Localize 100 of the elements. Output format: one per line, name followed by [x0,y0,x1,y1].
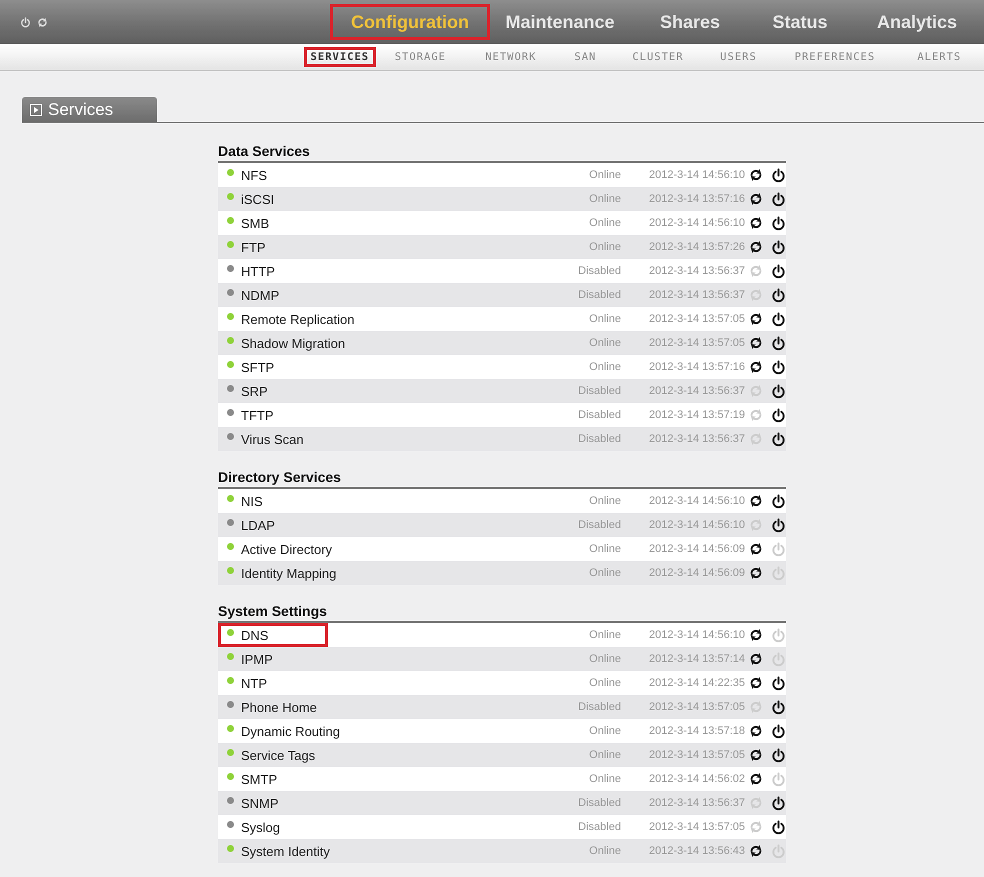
service-name: SFTP [241,360,274,374]
refresh-icon[interactable] [749,216,763,230]
panel-tab[interactable]: Services [22,97,157,122]
service-row[interactable]: SMB Online 2012-3-14 14:56:10 [218,211,786,235]
service-row[interactable]: Active Directory Online 2012-3-14 14:56:09 [218,537,786,561]
timestamp: 2012-3-14 13:57:05 [648,313,745,325]
power-icon[interactable] [771,408,786,422]
service-row[interactable]: DNS Online 2012-3-14 14:56:10 [218,623,786,647]
refresh-icon[interactable] [749,628,763,642]
service-row[interactable]: SMTP Online 2012-3-14 14:56:02 [218,767,786,791]
power-icon[interactable] [771,384,786,398]
timestamp: 2012-3-14 13:57:16 [648,193,745,205]
service-name: iSCSI [241,192,274,206]
timestamp: 2012-3-14 13:57:05 [648,821,745,833]
refresh-icon[interactable] [749,312,763,326]
refresh-icon[interactable] [749,566,763,580]
refresh-icon[interactable] [749,748,763,762]
service-row[interactable]: FTP Online 2012-3-14 13:57:26 [218,235,786,259]
service-name: SNMP [241,796,279,810]
service-status: Online [588,543,621,555]
service-status: Online [588,337,621,349]
timestamp: 2012-3-14 14:56:02 [648,773,745,785]
power-icon[interactable] [771,264,786,278]
refresh-icon[interactable] [749,844,763,858]
refresh-icon[interactable] [749,772,763,786]
refresh-icon[interactable] [749,494,763,508]
timestamp: 2012-3-14 13:57:05 [648,701,745,713]
service-status: Online [588,313,621,325]
service-row[interactable]: SNMP Disabled 2012-3-14 13:56:37 [218,791,786,815]
service-row[interactable]: IPMP Online 2012-3-14 13:57:14 [218,647,786,671]
service-status: Online [588,193,621,205]
service-row[interactable]: Phone Home Disabled 2012-3-14 13:57:05 [218,695,786,719]
power-icon[interactable] [771,432,786,446]
power-icon[interactable] [771,700,786,714]
service-row[interactable]: HTTP Disabled 2012-3-14 13:56:37 [218,259,786,283]
refresh-icon[interactable] [749,360,763,374]
service-row[interactable]: Identity Mapping Online 2012-3-14 14:56:09 [218,561,786,585]
service-row[interactable]: NDMP Disabled 2012-3-14 13:56:37 [218,283,786,307]
service-status: Online [588,567,621,579]
power-icon[interactable] [771,192,786,206]
nav-tab[interactable]: Maintenance [490,4,630,40]
power-icon[interactable] [771,748,786,762]
refresh-icon[interactable] [749,676,763,690]
service-row[interactable]: LDAP Disabled 2012-3-14 14:56:10 [218,513,786,537]
service-status: Online [588,653,621,665]
refresh-icon[interactable] [749,542,763,556]
service-name: NDMP [241,288,280,302]
power-icon[interactable] [771,724,786,738]
nav-tab[interactable]: Shares [630,4,750,40]
service-name: Phone Home [241,700,317,714]
timestamp: 2012-3-14 13:56:37 [648,797,745,809]
refresh-icon[interactable] [749,192,763,206]
service-status: Online [588,169,621,181]
service-name: FTP [241,240,266,254]
service-name: Service Tags [241,748,316,762]
service-row[interactable]: Shadow Migration Online 2012-3-14 13:57:05 [218,331,786,355]
sub-tab[interactable]: SERVICES [304,47,376,67]
service-status: Online [588,241,621,253]
timestamp: 2012-3-14 14:56:10 [648,495,745,507]
service-row[interactable]: Dynamic Routing Online 2012-3-14 13:57:18 [218,719,786,743]
power-icon[interactable] [771,312,786,326]
service-row[interactable]: SRP Disabled 2012-3-14 13:56:37 [218,379,786,403]
refresh-icon[interactable] [749,336,763,350]
power-icon[interactable] [771,796,786,810]
power-icon[interactable] [771,820,786,834]
service-name: DNS [241,628,268,642]
power-icon[interactable] [771,494,786,508]
power-icon[interactable] [771,360,786,374]
service-row[interactable]: Syslog Disabled 2012-3-14 13:57:05 [218,815,786,839]
power-icon[interactable] [771,336,786,350]
service-row[interactable]: NIS Online 2012-3-14 14:56:10 [218,489,786,513]
service-row[interactable]: iSCSI Online 2012-3-14 13:57:16 [218,187,786,211]
nav-tab[interactable]: Analytics [850,4,984,40]
service-row[interactable]: System Identity Online 2012-3-14 13:56:43 [218,839,786,863]
service-row[interactable]: Remote Replication Online 2012-3-14 13:57:05 [218,307,786,331]
service-row[interactable]: SFTP Online 2012-3-14 13:57:16 [218,355,786,379]
service-status: Online [588,749,621,761]
service-row[interactable]: TFTP Disabled 2012-3-14 13:57:19 [218,403,786,427]
service-row[interactable]: Virus Scan Disabled 2012-3-14 13:56:37 [218,427,786,451]
power-icon[interactable] [771,518,786,532]
refresh-icon[interactable] [749,724,763,738]
power-icon[interactable] [771,216,786,230]
service-row[interactable]: NFS Online 2012-3-14 14:56:10 [218,163,786,187]
service-row[interactable]: Service Tags Online 2012-3-14 13:57:05 [218,743,786,767]
service-status: Disabled [577,797,621,809]
service-name: NTP [241,676,267,690]
service-name: HTTP [241,264,275,278]
power-icon[interactable] [771,168,786,182]
service-status: Online [588,725,621,737]
power-icon[interactable] [771,676,786,690]
timestamp: 2012-3-14 14:56:10 [648,519,745,531]
nav-tab[interactable]: Status [750,4,850,40]
power-icon[interactable] [771,288,786,302]
service-row[interactable]: NTP Online 2012-3-14 14:22:35 [218,671,786,695]
service-status: Online [588,845,621,857]
power-icon[interactable] [771,240,786,254]
refresh-icon[interactable] [749,240,763,254]
refresh-icon[interactable] [749,168,763,182]
service-status: Disabled [577,701,621,713]
refresh-icon[interactable] [749,652,763,666]
